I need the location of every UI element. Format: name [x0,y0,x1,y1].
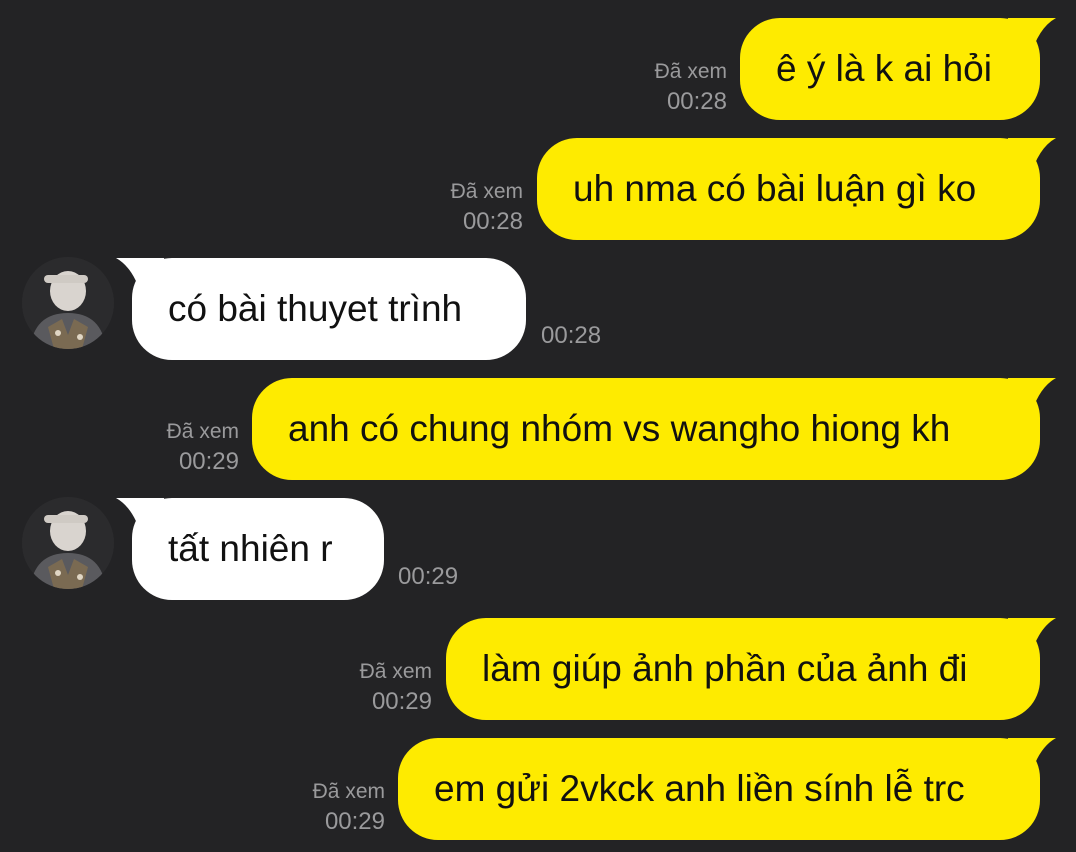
user-avatar[interactable] [22,257,114,349]
bubble-tail-icon [1008,138,1056,178]
sent-message-bubble[interactable]: ê ý là k ai hỏi [740,18,1056,120]
message-meta: Đã xem 00:28 [600,58,727,118]
user-avatar[interactable] [22,497,114,589]
message-time: 00:28 [666,88,727,115]
read-receipt: Đã xem [312,780,385,803]
bubble-tail-icon [1008,618,1056,658]
message-text: em gửi 2vkck anh liền sính lễ trc [434,768,965,809]
message-meta: Đã xem 00:29 [305,658,432,718]
message-time: 00:29 [324,808,385,835]
sent-message-bubble[interactable]: anh có chung nhóm vs wangho hiong kh [252,378,1056,480]
read-receipt: Đã xem [166,420,239,443]
bubble-tail-icon [1008,18,1056,58]
message-time: 00:29 [178,448,239,475]
avatar-icon [22,497,114,589]
bubble-tail-icon [116,498,164,538]
message-time: 00:28 [541,322,602,349]
bubble-tail-icon [116,258,164,298]
received-message-bubble[interactable]: có bài thuyet trình [116,258,526,360]
message-text: có bài thuyet trình [168,288,463,329]
read-receipt: Đã xem [359,660,432,683]
bubble-tail-icon [1008,738,1056,778]
avatar-icon [22,257,114,349]
read-receipt: Đã xem [450,180,523,203]
read-receipt: Đã xem [654,60,727,83]
message-time: 00:28 [462,208,523,235]
message-text: tất nhiên r [168,528,333,569]
message-text: anh có chung nhóm vs wangho hiong kh [288,408,951,449]
sent-message-bubble[interactable]: uh nma có bài luận gì ko [537,138,1056,240]
message-meta: Đã xem 00:29 [112,418,239,478]
message-text: ê ý là k ai hỏi [776,48,992,89]
message-time: 00:29 [371,688,432,715]
bubble-tail-icon [1008,378,1056,418]
message-meta: Đã xem 00:28 [396,178,523,238]
sent-message-bubble[interactable]: em gửi 2vkck anh liền sính lễ trc [398,738,1056,840]
received-message-bubble[interactable]: tất nhiên r [116,498,384,600]
sent-message-bubble[interactable]: làm giúp ảnh phần của ảnh đi [446,618,1056,720]
message-text: uh nma có bài luận gì ko [573,168,977,209]
message-time: 00:29 [398,563,459,590]
message-text: làm giúp ảnh phần của ảnh đi [482,648,968,689]
message-meta: Đã xem 00:29 [258,778,385,838]
